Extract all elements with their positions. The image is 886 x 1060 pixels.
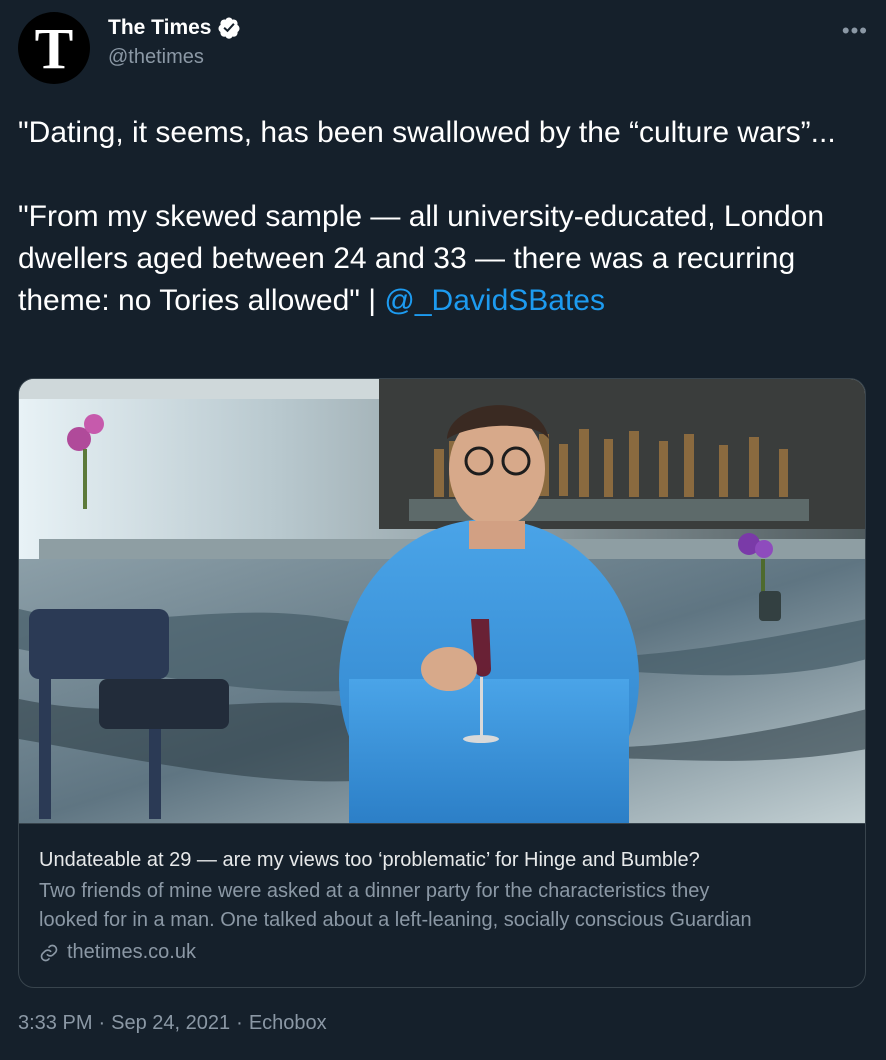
link-card[interactable]: Undateable at 29 — are my views too ‘pro… bbox=[18, 378, 866, 988]
mention-link[interactable]: @_DavidSBates bbox=[384, 284, 605, 317]
card-description: Two friends of mine were asked at a dinn… bbox=[39, 877, 847, 935]
display-name-row[interactable]: The Times bbox=[108, 16, 241, 40]
tweet-date[interactable]: Sep 24, 2021 bbox=[111, 1012, 230, 1035]
link-icon bbox=[40, 944, 58, 961]
card-image[interactable] bbox=[19, 379, 866, 823]
card-title[interactable]: Undateable at 29 — are my views too ‘pro… bbox=[39, 846, 847, 874]
card-domain[interactable]: thetimes.co.uk bbox=[39, 941, 847, 964]
verified-badge-icon bbox=[218, 17, 240, 39]
handle[interactable]: @thetimes bbox=[108, 46, 241, 69]
card-domain-text[interactable]: thetimes.co.uk bbox=[67, 941, 196, 964]
tweet-text: "Dating, it seems, has been swallowed by… bbox=[18, 112, 868, 322]
author-info: The Times @thetimes bbox=[108, 16, 241, 69]
more-options-icon[interactable]: ••• bbox=[842, 18, 868, 44]
tweet-header: T The Times @thetimes ••• bbox=[18, 12, 868, 84]
tweet-source[interactable]: Echobox bbox=[249, 1012, 327, 1035]
display-name[interactable]: The Times bbox=[108, 16, 211, 40]
tweet-meta: 3:33 PM · Sep 24, 2021 · Echobox bbox=[18, 1012, 327, 1035]
card-description-line: Two friends of mine were asked at a dinn… bbox=[39, 880, 710, 902]
meta-separator: · bbox=[236, 1012, 243, 1034]
card-body[interactable]: Undateable at 29 — are my views too ‘pro… bbox=[19, 823, 865, 987]
card-description-line: looked for in a man. One talked about a … bbox=[39, 909, 752, 931]
tweet-time[interactable]: 3:33 PM bbox=[18, 1012, 92, 1035]
avatar[interactable]: T bbox=[18, 12, 90, 84]
meta-separator: · bbox=[98, 1012, 106, 1034]
avatar-letter: T bbox=[34, 16, 74, 81]
